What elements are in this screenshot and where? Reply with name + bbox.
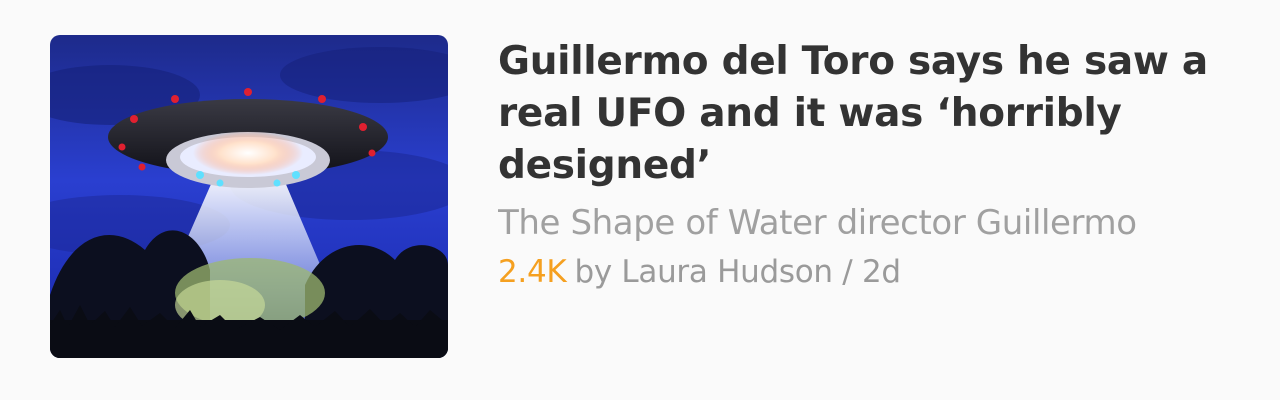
comment-count[interactable]: 2.4K <box>498 254 567 290</box>
ufo-image <box>50 35 448 358</box>
article-thumbnail[interactable] <box>50 35 448 358</box>
article-subtitle: The Shape of Water director Guillermo <box>498 203 1137 243</box>
article-card[interactable]: Guillermo del Toro says he saw a real UF… <box>0 0 1280 400</box>
article-text: Guillermo del Toro says he saw a real UF… <box>498 36 1258 293</box>
article-headline[interactable]: Guillermo del Toro says he saw a real UF… <box>498 36 1258 192</box>
article-byline: by Laura Hudson / 2d <box>574 254 901 290</box>
article-meta: 2.4K by Laura Hudson / 2d <box>498 251 1258 293</box>
